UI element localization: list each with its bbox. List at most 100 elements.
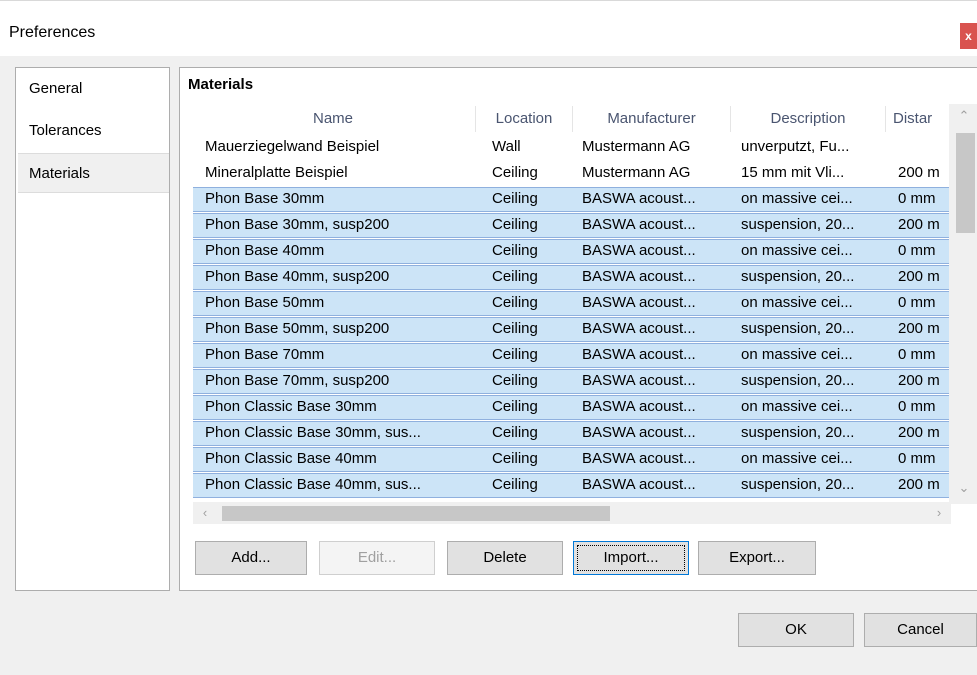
cell-manufacturer: BASWA acoust... [582,346,696,363]
focus-rect [577,545,685,571]
cell-manufacturer: BASWA acoust... [582,320,696,337]
cell-name: Phon Base 40mm, susp200 [205,268,390,285]
cell-location: Ceiling [492,346,538,363]
column-header-name[interactable]: Name [193,104,473,134]
column-separator[interactable] [885,106,886,132]
cell-manufacturer: BASWA acoust... [582,268,696,285]
cell-distance [898,135,949,160]
table-row[interactable]: Phon Base 40mm, susp200 Ceiling BASWA acou… [193,265,949,290]
cell-distance: 0 mm [898,450,936,467]
table-row[interactable]: Phon Classic Base 30mm, sus... Ceiling BAS… [193,421,949,446]
import-button[interactable]: Import... [573,541,689,575]
cell-distance: 0 mm [898,242,936,259]
cell-name: Phon Base 50mm, susp200 [205,320,390,337]
horizontal-scrollbar[interactable]: ‹ › [193,502,951,524]
title-bar: Preferences x [0,0,977,56]
section-title: Materials [188,76,254,93]
cell-location: Ceiling [492,164,538,181]
cell-location: Ceiling [492,372,538,389]
cell-name: Phon Base 50mm [205,294,325,311]
cell-distance: 200 m [898,424,940,441]
down-arrow-icon[interactable]: ⌄ [949,476,977,500]
cell-manufacturer: BASWA acoust... [582,450,696,467]
cell-distance: 0 mm [898,346,936,363]
column-separator[interactable] [730,106,731,132]
table-row[interactable]: Phon Base 40mm Ceiling BASWA acoust... on m… [193,239,949,264]
vertical-scrollbar[interactable]: ⌃ ⌄ [949,104,977,504]
vertical-scroll-thumb[interactable] [956,133,975,233]
cell-manufacturer: BASWA acoust... [582,372,696,389]
cell-manufacturer: Mustermann AG [582,138,691,155]
ok-button[interactable]: OK [738,613,854,647]
column-header-location[interactable]: Location [477,104,571,134]
list-header: Name Location Manufacturer Description D… [193,104,977,134]
column-header-description[interactable]: Description [732,104,884,134]
cell-description: unverputzt, Fu... [741,138,850,155]
left-arrow-icon[interactable]: ‹ [193,502,217,524]
table-row[interactable]: Mauerziegelwand Beispiel Wall Mustermann A… [193,135,949,160]
cell-distance: 200 m [898,320,940,337]
horizontal-scroll-thumb[interactable] [222,506,610,521]
preferences-nav: General Tolerances Materials [15,67,170,591]
nav-item-materials[interactable]: Materials [18,153,169,193]
cell-manufacturer: BASWA acoust... [582,216,696,233]
add-button[interactable]: Add... [195,541,307,575]
cell-location: Ceiling [492,320,538,337]
nav-item-tolerances[interactable]: Tolerances [18,111,169,151]
nav-item-general[interactable]: General [18,69,169,109]
materials-list[interactable]: Name Location Manufacturer Description D… [193,104,977,514]
cell-description: on massive cei... [741,346,853,363]
table-row[interactable]: Mineralplatte Beispiel Ceiling Mustermann … [193,161,949,186]
cell-distance: 0 mm [898,294,936,311]
column-header-distance[interactable]: Distar [887,104,949,134]
cell-name: Phon Classic Base 30mm, sus... [205,424,421,441]
close-button[interactable]: x [960,23,977,49]
delete-button[interactable]: Delete [447,541,563,575]
cell-manufacturer: BASWA acoust... [582,294,696,311]
table-row[interactable]: Phon Base 30mm Ceiling BASWA acoust... on m… [193,187,949,212]
cell-distance: 0 mm [898,190,936,207]
cell-name: Phon Base 30mm, susp200 [205,216,390,233]
up-arrow-icon[interactable]: ⌃ [949,104,977,128]
cell-location: Ceiling [492,424,538,441]
window-title: Preferences [9,24,96,41]
cell-distance: 200 m [898,164,940,181]
cell-description: on massive cei... [741,190,853,207]
cell-description: on massive cei... [741,450,853,467]
cell-name: Mineralplatte Beispiel [205,164,348,181]
right-arrow-icon[interactable]: › [927,502,951,524]
table-row[interactable]: Phon Base 70mm Ceiling BASWA acoust... on m… [193,343,949,368]
cell-location: Ceiling [492,190,538,207]
cell-name: Phon Base 70mm [205,346,325,363]
preferences-window: Preferences x General Tolerances Materia… [0,0,977,675]
cell-manufacturer: BASWA acoust... [582,242,696,259]
column-separator[interactable] [572,106,573,132]
cell-manufacturer: Mustermann AG [582,164,691,181]
cell-description: on massive cei... [741,294,853,311]
table-row[interactable]: Phon Base 30mm, susp200 Ceiling BASWA acou… [193,213,949,238]
cell-location: Wall [492,138,521,155]
cancel-button[interactable]: Cancel [864,613,977,647]
export-button[interactable]: Export... [698,541,816,575]
cell-description: 15 mm mit Vli... [741,164,845,181]
table-row[interactable]: Phon Base 70mm, susp200 Ceiling BASWA acou… [193,369,949,394]
table-row[interactable]: Phon Base 50mm Ceiling BASWA acoust... on m… [193,291,949,316]
cell-description: suspension, 20... [741,268,855,285]
cell-name: Phon Classic Base 30mm [205,398,377,415]
cell-manufacturer: BASWA acoust... [582,476,696,493]
cell-name: Phon Classic Base 40mm, sus... [205,476,421,493]
cell-description: on massive cei... [741,242,853,259]
column-header-manufacturer[interactable]: Manufacturer [574,104,729,134]
column-separator[interactable] [475,106,476,132]
table-row[interactable]: Phon Classic Base 40mm, sus... Ceiling BAS… [193,473,949,498]
cell-name: Phon Base 40mm [205,242,325,259]
edit-button[interactable]: Edit... [319,541,435,575]
table-row[interactable]: Phon Base 50mm, susp200 Ceiling BASWA acou… [193,317,949,342]
cell-manufacturer: BASWA acoust... [582,398,696,415]
table-row[interactable]: Phon Classic Base 40mm Ceiling BASWA acous… [193,447,949,472]
table-row[interactable]: Phon Classic Base 30mm Ceiling BASWA acous… [193,395,949,420]
materials-panel: Materials Name Location Manufacturer Des… [179,67,977,591]
cell-distance: 200 m [898,476,940,493]
cell-description: suspension, 20... [741,424,855,441]
cell-distance: 200 m [898,268,940,285]
